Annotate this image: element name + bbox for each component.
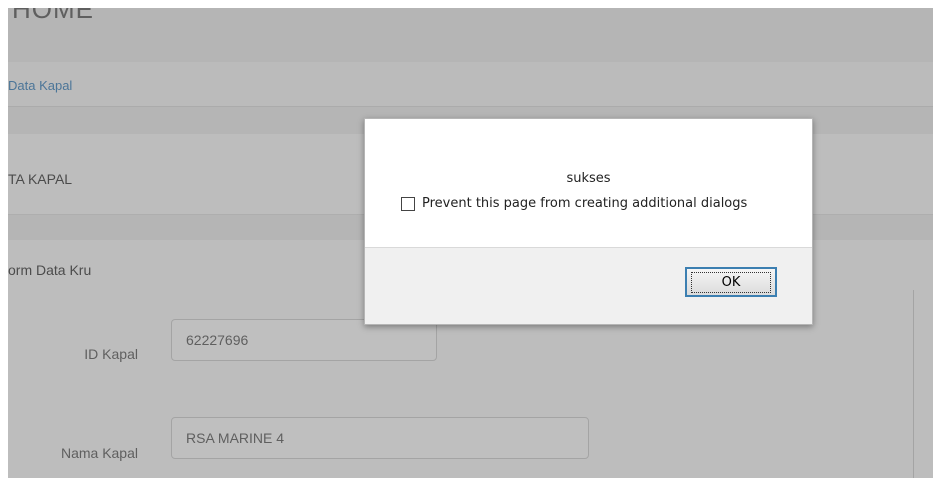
prevent-dialogs-label[interactable]: Prevent this page from creating addition… [422, 196, 747, 211]
dialog-message: sukses [566, 171, 611, 186]
ok-button[interactable]: OK [685, 267, 777, 297]
ok-button-label: OK [690, 271, 772, 293]
alert-dialog: sukses Prevent this page from creating a… [364, 118, 813, 325]
prevent-dialogs-checkbox[interactable] [401, 196, 415, 211]
dialog-footer: OK [365, 248, 812, 324]
prevent-dialogs-row[interactable]: Prevent this page from creating addition… [401, 196, 747, 211]
dialog-body: sukses Prevent this page from creating a… [365, 119, 812, 248]
